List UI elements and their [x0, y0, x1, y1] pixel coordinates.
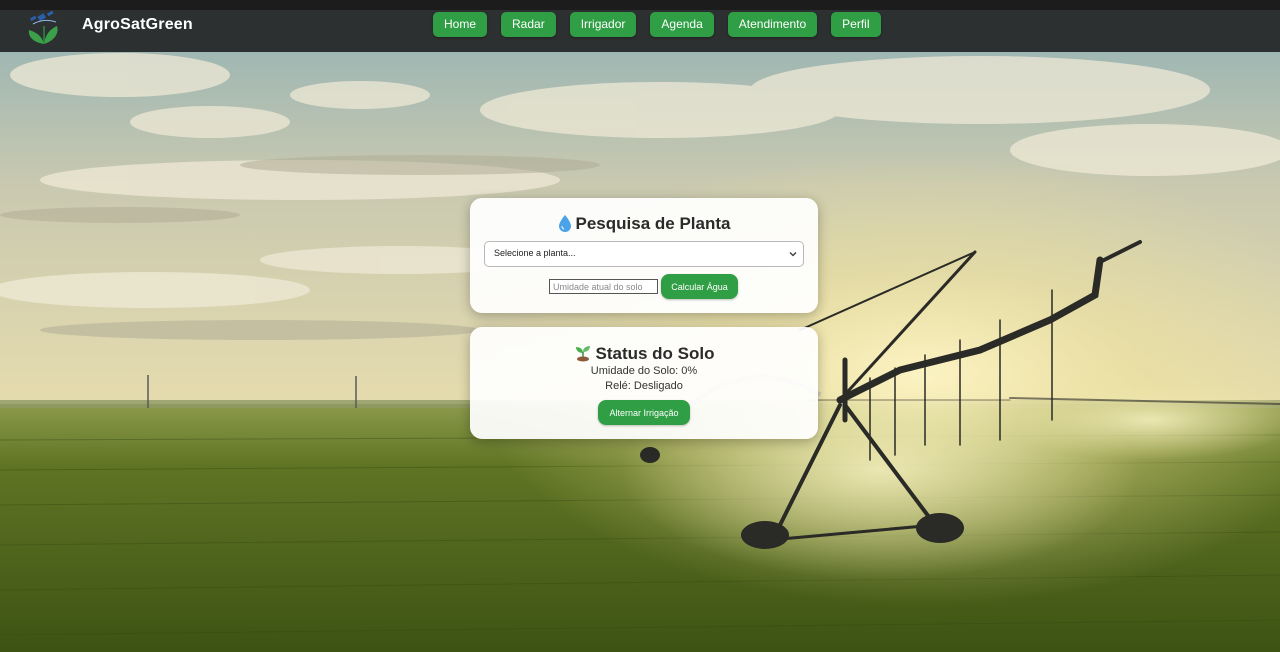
plant-select-value: Selecione a planta...: [494, 248, 576, 258]
relay-status: Relé: Desligado: [605, 380, 683, 392]
nav-irrigador-button[interactable]: Irrigador: [569, 12, 637, 37]
toggle-irrigation-button[interactable]: Alternar Irrigação: [598, 400, 690, 425]
top-strip: [0, 0, 1280, 10]
plant-search-title-text: Pesquisa de Planta: [575, 214, 731, 233]
main-nav: Home Radar Irrigador Agenda Atendimento …: [433, 12, 881, 37]
soil-status-title-text: Status do Solo: [595, 344, 715, 363]
nav-radar-button[interactable]: Radar: [501, 12, 556, 37]
soil-status-card: Status do Solo Umidade do Solo: 0% Relé:…: [470, 327, 818, 439]
nav-atendimento-button[interactable]: Atendimento: [727, 12, 818, 37]
chevron-down-icon: [789, 252, 797, 257]
calculate-water-button[interactable]: Calcular Água: [661, 274, 738, 299]
brand-title: AgroSatGreen: [82, 16, 193, 33]
plant-select[interactable]: Selecione a planta...: [484, 241, 804, 267]
soil-status-title: Status do Solo: [470, 344, 818, 364]
navbar: AgroSatGreen Home Radar Irrigador Agenda…: [0, 10, 1280, 52]
soil-moisture-input[interactable]: [549, 279, 658, 294]
seedling-icon: [575, 346, 590, 362]
plant-search-card: Pesquisa de Planta Selecione a planta...…: [470, 198, 818, 313]
page: AgroSatGreen Home Radar Irrigador Agenda…: [0, 0, 1280, 652]
plant-search-title: Pesquisa de Planta: [470, 214, 818, 234]
soil-moisture-readout: Umidade do Solo: 0%: [590, 365, 698, 377]
background-image: [0, 0, 1280, 652]
nav-agenda-button[interactable]: Agenda: [650, 12, 714, 37]
nav-home-button[interactable]: Home: [433, 12, 488, 37]
nav-perfil-button[interactable]: Perfil: [831, 12, 881, 37]
logo-icon: [28, 10, 58, 44]
water-drop-icon: [558, 215, 571, 232]
